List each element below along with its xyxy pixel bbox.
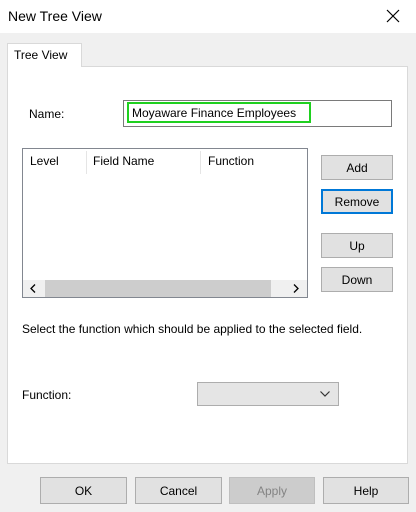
name-value: Moyaware Finance Employees <box>127 102 312 123</box>
column-header-field-name[interactable]: Field Name <box>93 149 154 174</box>
column-header-function[interactable]: Function <box>208 149 254 174</box>
help-button[interactable]: Help <box>323 477 409 504</box>
close-button[interactable] <box>370 0 416 33</box>
name-label: Name: <box>29 107 65 121</box>
ok-button[interactable]: OK <box>40 477 127 504</box>
add-button[interactable]: Add <box>321 155 393 180</box>
apply-button[interactable]: Apply <box>229 477 315 504</box>
cancel-button[interactable]: Cancel <box>135 477 222 504</box>
tab-tree-view[interactable]: Tree View <box>7 43 82 67</box>
chevron-right-icon <box>293 284 299 293</box>
fields-list[interactable]: Level Field Name Function <box>22 148 308 298</box>
close-icon <box>386 9 400 23</box>
column-separator[interactable] <box>200 151 201 174</box>
down-button[interactable]: Down <box>321 267 393 292</box>
scroll-left-button[interactable] <box>23 280 44 297</box>
title-bar: New Tree View <box>0 0 416 33</box>
column-separator[interactable] <box>86 151 87 174</box>
remove-button[interactable]: Remove <box>321 189 393 214</box>
chevron-left-icon <box>30 284 36 293</box>
up-button[interactable]: Up <box>321 233 393 258</box>
chevron-down-icon <box>320 391 330 397</box>
scroll-thumb[interactable] <box>45 280 271 297</box>
function-label: Function: <box>22 388 72 402</box>
column-header-level[interactable]: Level <box>30 149 59 174</box>
name-input[interactable]: Moyaware Finance Employees <box>123 100 392 127</box>
function-dropdown[interactable] <box>197 382 339 406</box>
window-title: New Tree View <box>8 8 102 24</box>
tab-label: Tree View <box>14 48 68 62</box>
horizontal-scrollbar[interactable] <box>23 280 307 297</box>
instruction-text: Select the function which should be appl… <box>22 322 363 336</box>
scroll-right-button[interactable] <box>286 280 307 297</box>
